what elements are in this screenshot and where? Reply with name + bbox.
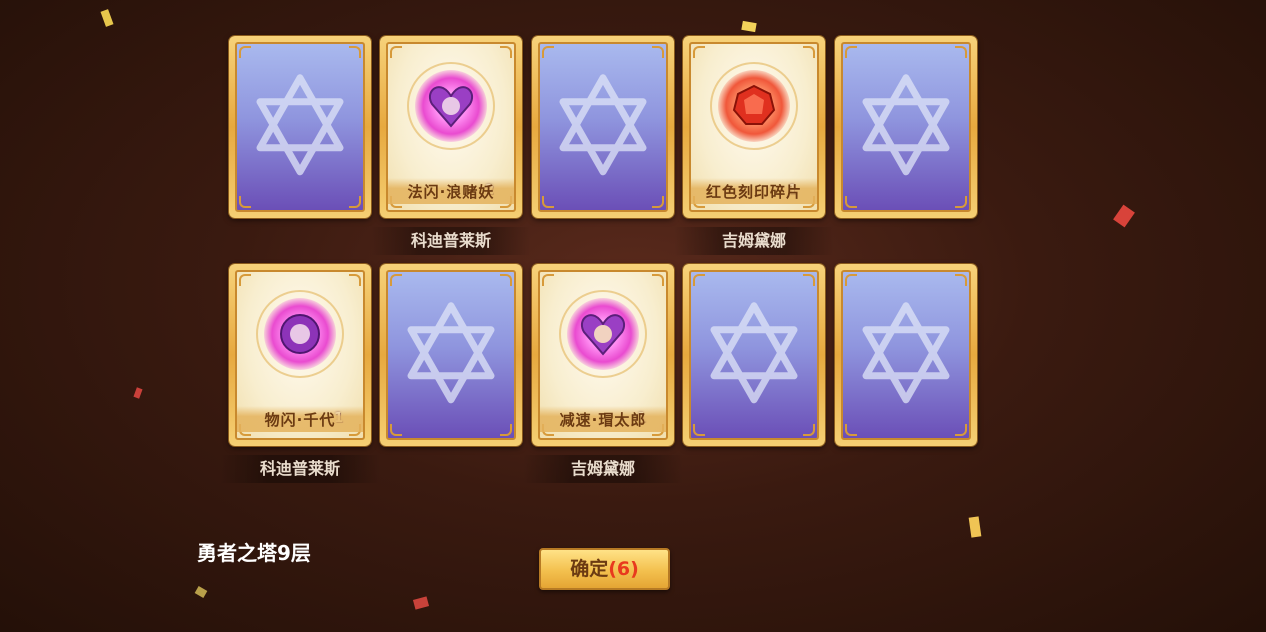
star-emblem-icon (710, 302, 798, 404)
card-7[interactable] (380, 264, 522, 446)
red-gem-icon (732, 84, 776, 125)
card-owner-label: 吉姆黛娜 (523, 455, 683, 483)
item-name: 红色刻印碎片 (691, 178, 817, 204)
star-emblem-icon (559, 74, 647, 176)
card-6[interactable]: 1 物闪·千代 (229, 264, 371, 446)
card-3[interactable] (532, 36, 674, 218)
item-name: 物闪·千代 (237, 406, 363, 432)
star-emblem-icon (256, 74, 344, 176)
confetti-piece (194, 586, 208, 598)
round-gem-icon (280, 314, 320, 354)
confirm-button[interactable]: 确定(6) (539, 548, 670, 590)
card-owner-label: 科迪普莱斯 (220, 455, 380, 483)
item-name: 减速·瑁太郎 (540, 406, 666, 432)
floor-label: 勇者之塔9层 (197, 541, 311, 565)
card-5[interactable] (835, 36, 977, 218)
confetti-piece (133, 387, 143, 399)
heart-gem-icon (428, 86, 474, 128)
card-8[interactable]: 1 减速·瑁太郎 (532, 264, 674, 446)
confetti-piece (412, 596, 430, 610)
confetti-piece (741, 20, 757, 33)
star-emblem-icon (407, 302, 495, 404)
item-name: 法闪·浪赌妖 (388, 178, 514, 204)
card-4[interactable]: 1 红色刻印碎片 (683, 36, 825, 218)
star-emblem-icon (862, 74, 950, 176)
star-emblem-icon (862, 302, 950, 404)
confirm-countdown: (6) (608, 558, 639, 580)
card-1[interactable] (229, 36, 371, 218)
confetti-piece (1113, 204, 1135, 228)
card-owner-label: 科迪普莱斯 (371, 227, 531, 255)
card-owner-label: 吉姆黛娜 (674, 227, 834, 255)
confirm-label: 确定 (570, 558, 609, 580)
card-9[interactable] (683, 264, 825, 446)
confetti-piece (968, 516, 982, 538)
card-2[interactable]: 2 法闪·浪赌妖 (380, 36, 522, 218)
confetti-piece (100, 9, 114, 27)
card-10[interactable] (835, 264, 977, 446)
heart-gem-icon (580, 314, 626, 356)
